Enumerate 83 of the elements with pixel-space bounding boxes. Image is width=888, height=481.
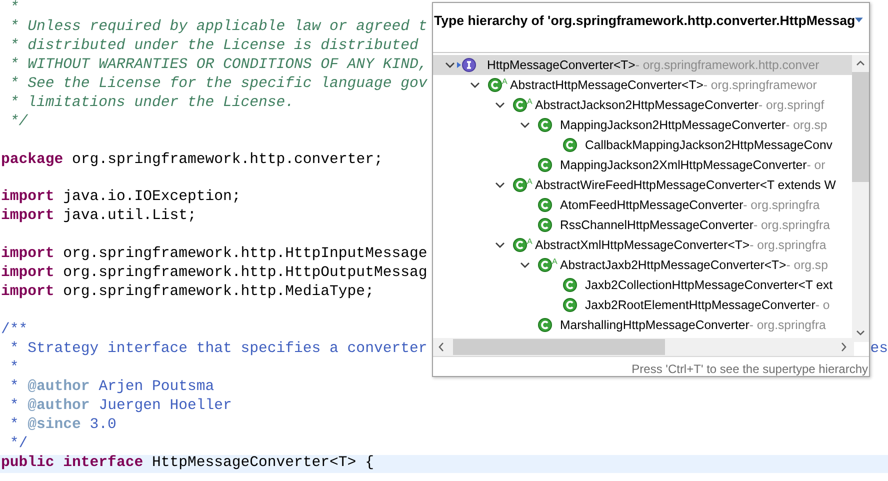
code-line: package org.springframework.http.converter; bbox=[1, 152, 383, 168]
code-line: import java.io.IOException; bbox=[1, 189, 241, 206]
package-name: - o bbox=[815, 298, 830, 312]
type-name: AtomFeedHttpMessageConverter bbox=[560, 198, 744, 212]
tree-row[interactable]: A AbstractXmlHttpMessageConverter<T>- org.springfra bbox=[433, 234, 852, 255]
package-name: - org.springfra bbox=[743, 198, 820, 212]
code-line: */ bbox=[8, 436, 28, 452]
type-name: Jaxb2RootElementHttpMessageConverter bbox=[585, 298, 816, 312]
tree-row[interactable]: AtomFeedHttpMessageConverter- org.springfra bbox=[433, 194, 852, 215]
code-line: * Unless required by applicable law or agreed t bbox=[8, 18, 428, 35]
popup-title: Type hierarchy of 'org.springframework.http.converter.HttpMessag bbox=[434, 13, 856, 28]
code-line: import org.springframework.http.MediaType; bbox=[1, 284, 374, 300]
tree-row[interactable]: A AbstractJaxb2HttpMessageConverter<T>- org.sp bbox=[433, 254, 852, 275]
code-line: import org.springframework.http.HttpInputMessage bbox=[1, 246, 428, 262]
abstract-mark: A bbox=[527, 96, 534, 106]
class-icon bbox=[538, 198, 552, 212]
type-name: Jaxb2CollectionHttpMessageConverter<T ext bbox=[585, 278, 833, 292]
tree-row[interactable]: A AbstractJackson2HttpMessageConverter- org.springf bbox=[433, 94, 852, 115]
code-line: * @author Arjen Poutsma bbox=[8, 378, 214, 395]
abstract-mark: A bbox=[527, 176, 534, 186]
code-line: * Strategy interface that specifies a converter bbox=[8, 340, 428, 357]
class-icon bbox=[513, 178, 527, 192]
type-name: AbstractHttpMessageConverter<T> bbox=[510, 78, 704, 92]
interface-icon bbox=[457, 58, 477, 72]
code-text: es bbox=[870, 340, 888, 357]
type-name: MappingJackson2XmlHttpMessageConverter bbox=[560, 158, 807, 172]
class-icon bbox=[563, 278, 577, 292]
tree-row[interactable]: MappingJackson2HttpMessageConverter- org.sp bbox=[433, 114, 852, 135]
tree-row[interactable]: Jaxb2CollectionHttpMessageConverter<T ext bbox=[433, 274, 852, 295]
code-line: * @since 3.0 bbox=[8, 416, 116, 433]
code-line: * bbox=[8, 0, 19, 16]
type-name: AbstractJackson2HttpMessageConverter bbox=[535, 98, 758, 112]
tree-row[interactable]: RssChannelHttpMessageConverter- org.springfra bbox=[433, 214, 852, 235]
tree-row[interactable]: Jaxb2RootElementHttpMessageConverter- o bbox=[433, 294, 852, 315]
code-line: * limitations under the License. bbox=[8, 94, 294, 111]
tree-row[interactable]: A AbstractHttpMessageConverter<T>- org.springframewor bbox=[433, 74, 852, 95]
package-name: - org.springfra bbox=[750, 238, 826, 252]
tree-row[interactable]: CallbackMappingJackson2HttpMessageConv bbox=[433, 134, 852, 155]
type-name: HttpMessageConverter<T> bbox=[487, 58, 636, 72]
status-hint: Press 'Ctrl+T' to see the supertype hierarchy bbox=[630, 361, 869, 376]
class-icon bbox=[538, 318, 552, 332]
class-icon bbox=[513, 98, 527, 112]
class-icon bbox=[513, 238, 527, 252]
code-line: import java.util.List; bbox=[1, 208, 196, 224]
class-icon bbox=[538, 258, 552, 272]
abstract-mark: A bbox=[552, 256, 558, 266]
type-name: MappingJackson2HttpMessageConverter bbox=[560, 118, 786, 132]
code-line: * @author Juergen Hoeller bbox=[8, 398, 232, 414]
dropdown-icon[interactable] bbox=[855, 17, 863, 23]
code-line: * See the License for the specific language gov bbox=[8, 76, 428, 92]
tree-row[interactable]: A AbstractWireFeedHttpMessageConverter<T extends W bbox=[433, 174, 852, 195]
tree-row[interactable]: MarshallingHttpMessageConverter- org.springfra bbox=[433, 314, 852, 335]
type-name: AbstractWireFeedHttpMessageConverter<T extends W bbox=[535, 178, 836, 192]
type-name: AbstractXmlHttpMessageConverter<T> bbox=[535, 238, 750, 252]
package-name: - org.springframewor bbox=[703, 78, 817, 92]
type-name: CallbackMappingJackson2HttpMessageConv bbox=[585, 138, 832, 152]
package-name: - org.springfra bbox=[749, 318, 826, 332]
class-icon bbox=[488, 78, 502, 92]
abstract-mark: A bbox=[527, 236, 534, 246]
class-icon bbox=[563, 138, 577, 152]
code-line: * WITHOUT WARRANTIES OR CONDITIONS OF ANY KIND, bbox=[8, 56, 428, 73]
code-line: import org.springframework.http.HttpOutputMessag bbox=[1, 265, 428, 282]
class-icon bbox=[538, 118, 552, 132]
package-name: - org.springfra bbox=[753, 218, 830, 232]
code-line: */ bbox=[8, 114, 28, 130]
type-name: MarshallingHttpMessageConverter bbox=[560, 318, 750, 332]
code-line: * distributed under the License is distributed bbox=[8, 38, 418, 54]
class-icon bbox=[538, 218, 552, 232]
code-line: public interface HttpMessageConverter<T> { bbox=[1, 454, 374, 470]
type-name: RssChannelHttpMessageConverter bbox=[560, 218, 754, 232]
class-icon bbox=[538, 158, 552, 172]
code-line: /** bbox=[1, 322, 28, 338]
tree-row[interactable]: MappingJackson2XmlHttpMessageConverter- or bbox=[433, 154, 852, 175]
code-line: * bbox=[8, 360, 19, 376]
package-name: - org.sp bbox=[786, 258, 828, 272]
tree-row[interactable]: HttpMessageConverter<T>- org.springframework.http.conver bbox=[433, 54, 852, 75]
package-name: - or bbox=[806, 158, 826, 172]
class-icon bbox=[563, 298, 577, 312]
abstract-mark: A bbox=[502, 76, 508, 86]
package-name: - org.sp bbox=[786, 118, 828, 132]
package-name: - org.springf bbox=[758, 98, 824, 112]
type-name: AbstractJaxb2HttpMessageConverter<T> bbox=[560, 258, 786, 272]
package-name: - org.springframework.http.conver bbox=[635, 58, 820, 72]
